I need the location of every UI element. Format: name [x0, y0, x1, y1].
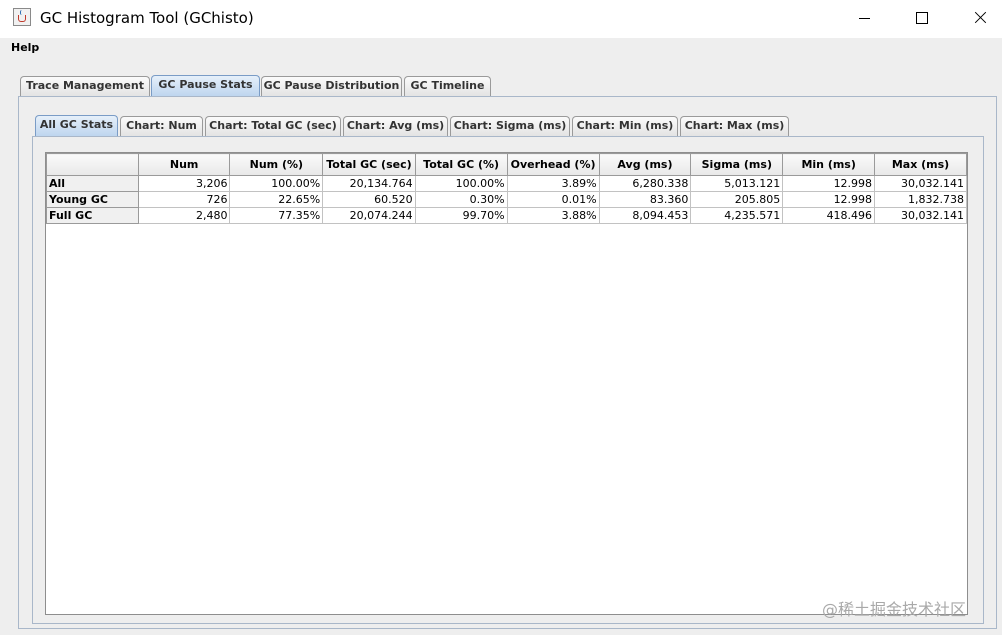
table-cell: 4,235.571 — [690, 207, 784, 224]
table-cell: 100.00% — [229, 175, 324, 192]
maximize-button[interactable] — [893, 0, 951, 36]
minimize-button[interactable] — [835, 0, 893, 36]
column-header-min[interactable]: Min (ms) — [782, 153, 876, 176]
table-header-row: Num Num (%) Total GC (sec) Total GC (%) … — [46, 153, 967, 176]
table-cell: 60.520 — [322, 191, 416, 208]
table-row-all[interactable]: All 3,206 100.00% 20,134.764 100.00% 3.8… — [46, 175, 967, 192]
table-cell: 5,013.121 — [690, 175, 784, 192]
table-cell: 0.30% — [414, 191, 508, 208]
window-title: GC Histogram Tool (GChisto) — [40, 9, 254, 27]
table-cell: 20,074.244 — [322, 207, 416, 224]
table-cell: 12.998 — [782, 191, 876, 208]
tab-gc-pause-distribution[interactable]: GC Pause Distribution — [261, 76, 402, 96]
table-cell: 8,094.453 — [598, 207, 692, 224]
table-cell: 77.35% — [229, 207, 324, 224]
table-cell: 12.998 — [782, 175, 876, 192]
column-header-max[interactable]: Max (ms) — [874, 153, 967, 176]
table-cell: 1,832.738 — [874, 191, 967, 208]
tab-gc-pause-stats[interactable]: GC Pause Stats — [151, 75, 260, 97]
table-cell: 3.88% — [506, 207, 600, 224]
tab-all-gc-stats[interactable]: All GC Stats — [35, 115, 118, 137]
column-header-avg[interactable]: Avg (ms) — [598, 153, 692, 176]
menu-help[interactable]: Help — [11, 41, 39, 54]
tab-chart-num[interactable]: Chart: Num — [120, 116, 203, 136]
tab-chart-total-gc[interactable]: Chart: Total GC (sec) — [205, 116, 341, 136]
table-cell: 205.805 — [690, 191, 784, 208]
tab-gc-timeline[interactable]: GC Timeline — [404, 76, 491, 96]
close-button[interactable] — [951, 0, 1002, 36]
table-cell: 30,032.141 — [874, 207, 967, 224]
watermark-text: @稀土掘金技术社区 — [822, 600, 967, 619]
stats-table-viewport[interactable]: Num Num (%) Total GC (sec) Total GC (%) … — [45, 152, 968, 615]
java-app-icon — [13, 8, 31, 26]
table-cell: 83.360 — [598, 191, 692, 208]
table-cell: Full GC — [46, 207, 139, 224]
table-cell: 3.89% — [506, 175, 600, 192]
menu-bar: Help — [0, 38, 1002, 59]
table-cell: 3,206 — [137, 175, 231, 192]
tab-trace-management[interactable]: Trace Management — [20, 76, 150, 96]
tab-chart-sigma[interactable]: Chart: Sigma (ms) — [450, 116, 570, 136]
table-cell: 0.01% — [506, 191, 600, 208]
table-cell: 100.00% — [414, 175, 508, 192]
column-header-num-pct[interactable]: Num (%) — [229, 153, 324, 176]
table-cell: 20,134.764 — [322, 175, 416, 192]
column-header-sigma[interactable]: Sigma (ms) — [690, 153, 784, 176]
tab-chart-max[interactable]: Chart: Max (ms) — [680, 116, 789, 136]
table-cell: 99.70% — [414, 207, 508, 224]
table-cell: 22.65% — [229, 191, 324, 208]
column-header-total-gc[interactable]: Total GC (sec) — [322, 153, 416, 176]
column-header-total-gc-pct[interactable]: Total GC (%) — [414, 153, 508, 176]
stats-table: Num Num (%) Total GC (sec) Total GC (%) … — [46, 153, 967, 224]
tab-chart-avg[interactable]: Chart: Avg (ms) — [343, 116, 448, 136]
table-row-full-gc[interactable]: Full GC 2,480 77.35% 20,074.244 99.70% 3… — [46, 207, 967, 224]
table-cell: All — [46, 175, 139, 192]
column-header-num[interactable]: Num — [137, 153, 231, 176]
table-cell: 726 — [137, 191, 231, 208]
table-row-young-gc[interactable]: Young GC 726 22.65% 60.520 0.30% 0.01% 8… — [46, 191, 967, 208]
column-header-overhead[interactable]: Overhead (%) — [506, 153, 600, 176]
table-cell: 418.496 — [782, 207, 876, 224]
column-header[interactable] — [46, 153, 139, 176]
tab-chart-min[interactable]: Chart: Min (ms) — [572, 116, 678, 136]
table-cell: 2,480 — [137, 207, 231, 224]
table-cell: Young GC — [46, 191, 139, 208]
table-cell: 30,032.141 — [874, 175, 967, 192]
title-bar: GC Histogram Tool (GChisto) — [0, 0, 1002, 38]
table-cell: 6,280.338 — [598, 175, 692, 192]
